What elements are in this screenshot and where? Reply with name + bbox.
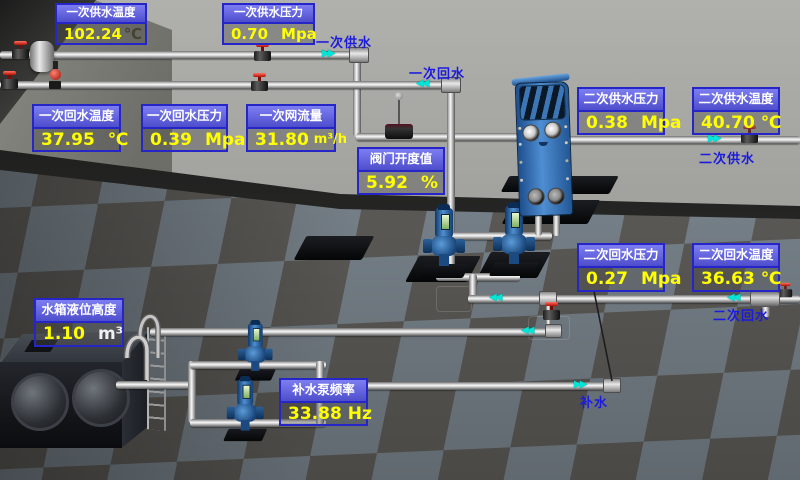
gauge-unit: m³/h: [314, 132, 347, 147]
flow-arrow-left-icon: ◀◀: [727, 292, 738, 303]
gauge-unit: %: [421, 173, 438, 193]
gauge-unit: Hz: [348, 404, 372, 424]
gauge-unit: Mpa: [205, 130, 246, 150]
gauge-title: 水箱液位高度: [36, 300, 122, 323]
gauge-value: 1.10: [43, 324, 85, 344]
gauge-secondary-supply-pressure: 二次供水压力 0.38Mpa: [577, 87, 665, 135]
gauge-primary-supply-temp: 一次供水温度 102.24℃: [55, 3, 147, 45]
gauge-secondary-supply-temp: 二次供水温度 40.70 ℃: [692, 87, 780, 135]
gauge-primary-flow: 一次网流量 31.80m³/h: [246, 104, 336, 152]
valve-tank-line-icon: [542, 302, 560, 320]
plate-heat-exchanger: [515, 81, 574, 217]
gauge-makeup-pump-frequency: 补水泵频率 33.88Hz: [279, 378, 368, 426]
circulation-pump-1: [429, 204, 459, 278]
gauge-primary-supply-pressure: 一次供水压力 0.70 Mpa: [222, 3, 315, 45]
valve-handwheel-icon: [253, 43, 271, 61]
pipe-coupling: [603, 378, 621, 393]
gauge-title: 阀门开度值: [359, 149, 443, 172]
gauge-unit: m³: [98, 324, 123, 344]
pipe-primary-supply-drop: [353, 55, 361, 137]
valve-handwheel-icon: [250, 73, 268, 91]
gauge-value: 37.95: [41, 130, 95, 150]
gauge-secondary-return-pressure: 二次回水压力 0.27Mpa: [577, 243, 665, 292]
pipe-secondary-supply: [552, 136, 800, 144]
gauge-unit: Mpa: [281, 25, 317, 43]
gauge-value: 0.38: [586, 113, 628, 133]
gauge-title: 一次网流量: [248, 106, 334, 129]
gauge-value: 102.24: [64, 25, 122, 43]
equipment-plinth: [294, 236, 375, 260]
makeup-pump-1: [243, 320, 268, 381]
gauge-title: 二次供水温度: [694, 89, 778, 112]
drain-valve: [47, 61, 63, 89]
gauge-unit: Mpa: [641, 269, 682, 289]
motorized-control-valve: [385, 92, 413, 139]
gauge-title: 二次回水压力: [579, 245, 663, 268]
gauge-title: 二次供水压力: [579, 89, 663, 112]
gauge-value: 40.70: [701, 113, 755, 133]
pipe-tank-suction: [116, 381, 196, 389]
gauge-unit: ℃: [108, 130, 129, 150]
pipe-suction-header: [188, 361, 196, 423]
gauge-valve-opening: 阀门开度值 5.92%: [357, 147, 445, 195]
pipe-label-makeup-water: 补水: [580, 392, 608, 411]
pipe-label-primary-return: 一次回水: [409, 63, 465, 82]
gauge-primary-return-temp: 一次回水温度 37.95℃: [32, 104, 121, 152]
flow-arrow-left-icon: ◀◀: [521, 325, 532, 336]
gauge-unit: ℃: [761, 113, 782, 133]
gauge-unit: ℃: [761, 269, 782, 289]
gauge-title: 一次供水温度: [57, 5, 145, 24]
gauge-value: 0.27: [586, 269, 628, 289]
gauge-unit: Mpa: [641, 113, 682, 133]
valve-handwheel-icon: [0, 71, 18, 89]
gauge-unit: ℃: [124, 25, 142, 43]
floor-marking: [436, 286, 472, 312]
tank-manhole: [72, 369, 130, 427]
gauge-title: 一次供水压力: [224, 5, 313, 24]
pipe-coupling: [545, 324, 562, 338]
tank-ladder: [147, 327, 166, 431]
gauge-value: 33.88: [288, 404, 342, 424]
gauge-secondary-return-temp: 二次回水温度 36.63 ℃: [692, 243, 780, 292]
gauge-tank-level: 水箱液位高度 1.10 m³: [34, 298, 124, 347]
gauge-value: 0.70: [231, 25, 268, 43]
gauge-title: 一次回水压力: [143, 106, 226, 129]
flow-arrow-left-icon: ◀◀: [489, 292, 500, 303]
gauge-value: 31.80: [255, 130, 309, 150]
pipe-primary-to-exchanger: [356, 133, 534, 141]
gauge-title: 补水泵频率: [281, 380, 366, 403]
pipe-primary-supply: [0, 51, 368, 59]
pipe-tank-feed: [150, 328, 560, 336]
gauge-primary-return-pressure: 一次回水压力 0.39Mpa: [141, 104, 228, 152]
gauge-value: 36.63: [701, 269, 755, 289]
gauge-title: 二次回水温度: [694, 245, 778, 268]
pipe-primary-return: [0, 81, 452, 89]
gauge-title: 一次回水温度: [34, 106, 119, 129]
makeup-pump-2: [232, 376, 258, 441]
gauge-value: 5.92: [366, 173, 408, 193]
hmi-heating-station-screen: ▶▶ ◀◀ ▶▶ ◀◀ ◀◀ ◀◀ ▶▶ 一次供水 一次回水 二次供水 二次回水…: [0, 0, 800, 480]
pipe-label-primary-supply: 一次供水: [316, 32, 372, 51]
gauge-value: 0.39: [150, 130, 192, 150]
flow-arrow-right-icon: ▶▶: [574, 379, 585, 390]
pipe-label-secondary-supply: 二次供水: [699, 148, 755, 167]
valve-handwheel-icon: [11, 41, 29, 59]
tank-manhole: [11, 373, 69, 431]
pipe-label-secondary-return: 二次回水: [713, 305, 769, 324]
